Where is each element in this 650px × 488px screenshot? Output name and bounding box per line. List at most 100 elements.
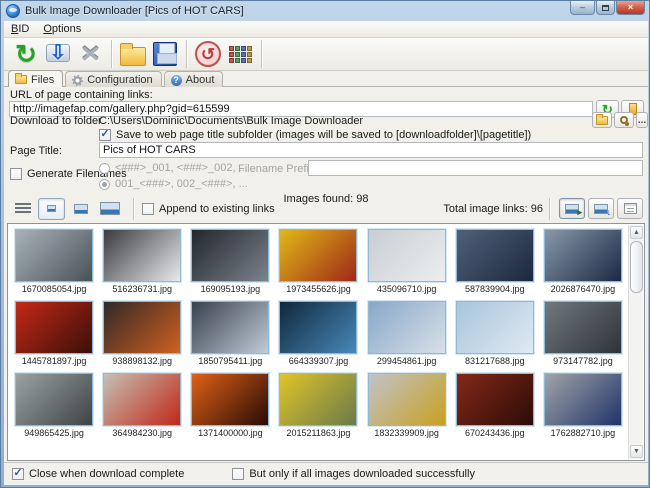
thumbnail-item[interactable]: 973147782.jpg	[539, 301, 627, 366]
tab-files[interactable]: Files	[8, 70, 63, 87]
thumbnail-item[interactable]: 2026876470.jpg	[539, 229, 627, 294]
thumbnail-image[interactable]	[456, 229, 534, 282]
queue-download-button[interactable]: ⇩	[42, 39, 74, 69]
thumbnail-filename: 169095193.jpg	[201, 284, 261, 294]
append-links-checkbox[interactable]	[142, 203, 154, 215]
filename-prefix-label: Filename Prefix:	[238, 163, 317, 175]
thumbnail-image[interactable]	[279, 301, 357, 354]
open-folder-button[interactable]	[117, 39, 149, 69]
close-button[interactable]: ×	[616, 1, 645, 15]
but-only-checkbox[interactable]	[232, 468, 244, 480]
download-folder-value[interactable]: C:\Users\Dominic\Documents\Bulk Image Do…	[99, 115, 363, 127]
subfolder-checkbox[interactable]	[99, 129, 111, 141]
thumbnail-image[interactable]	[191, 229, 269, 282]
thumbnail-image[interactable]	[544, 373, 622, 426]
check-links-button[interactable]: ▸	[559, 198, 585, 219]
but-only-row[interactable]: But only if all images downloaded succes…	[232, 468, 475, 480]
menu-bid[interactable]: BID	[4, 22, 36, 36]
thumbnail-item[interactable]: 169095193.jpg	[186, 229, 274, 294]
window-title: Bulk Image Downloader [Pics of HOT CARS]	[25, 5, 244, 17]
thumbnail-image[interactable]	[191, 373, 269, 426]
filename-prefix-input[interactable]	[308, 160, 643, 176]
thumbnail-filename: 587839904.jpg	[465, 284, 525, 294]
close-when-complete-checkbox[interactable]	[12, 468, 24, 480]
thumbnail-item[interactable]: 2015211863.jpg	[274, 373, 362, 438]
thumbnail-item[interactable]: 1850795411.jpg	[186, 301, 274, 366]
tab-configuration-label: Configuration	[87, 74, 152, 86]
browse-ellipsis-button[interactable]: ...	[636, 112, 648, 128]
filename-pattern2-radio[interactable]	[99, 179, 110, 190]
link-list-button[interactable]	[617, 198, 643, 219]
thumbnail-filename: 299454861.jpg	[377, 356, 437, 366]
thumbnail-image[interactable]	[191, 301, 269, 354]
minimize-button[interactable]: –	[570, 1, 595, 15]
thumbnail-item[interactable]: 364984230.jpg	[98, 373, 186, 438]
close-when-complete-row[interactable]: Close when download complete	[12, 468, 184, 480]
thumbnail-item[interactable]: 299454861.jpg	[363, 301, 451, 366]
thumbnail-item[interactable]: 670243436.jpg	[451, 373, 539, 438]
page-title-input[interactable]	[99, 142, 643, 158]
thumbnail-item[interactable]: 938898132.jpg	[98, 301, 186, 366]
scrollbar-thumb[interactable]	[630, 241, 643, 293]
thumbnail-item[interactable]: 1832339909.jpg	[363, 373, 451, 438]
scroll-up-button[interactable]: ▲	[630, 226, 643, 239]
filename-pattern1-row[interactable]: <###>_001, <###>_002, ...	[99, 162, 248, 174]
thumbnail-image[interactable]	[368, 301, 446, 354]
thumbnail-image[interactable]	[368, 373, 446, 426]
scroll-down-button[interactable]: ▼	[630, 445, 643, 458]
thumbnail-item[interactable]: 435096710.jpg	[363, 229, 451, 294]
thumbnail-item[interactable]: 664339307.jpg	[274, 301, 362, 366]
title-bar[interactable]: Bulk Image Downloader [Pics of HOT CARS]…	[1, 1, 649, 21]
small-thumbs-button[interactable]	[38, 198, 65, 220]
large-thumb-icon	[100, 202, 120, 215]
thumbnail-item[interactable]: 1762882710.jpg	[539, 373, 627, 438]
download-selected-button[interactable]: ↓	[588, 198, 614, 219]
thumbnail-item[interactable]: 1670085054.jpg	[10, 229, 98, 294]
thumbnail-image[interactable]	[456, 373, 534, 426]
browse-folder-button[interactable]	[592, 112, 612, 128]
thumbnail-image[interactable]	[456, 301, 534, 354]
client-area: BID Options ↻ ⇩ × ↺	[4, 21, 648, 485]
cancel-button[interactable]: ×	[74, 39, 106, 69]
thumbnail-filename: 664339307.jpg	[289, 356, 349, 366]
thumbnail-image[interactable]	[15, 373, 93, 426]
thumbnail-image[interactable]	[103, 373, 181, 426]
menu-options[interactable]: Options	[36, 22, 88, 36]
tab-about[interactable]: ? About	[164, 71, 224, 87]
thumbnail-item[interactable]: 831217688.jpg	[451, 301, 539, 366]
medium-thumbs-button[interactable]	[67, 198, 94, 220]
thumbnail-image[interactable]	[103, 229, 181, 282]
thumbnail-image[interactable]	[103, 301, 181, 354]
thumbnail-image[interactable]	[15, 301, 93, 354]
subfolder-checkbox-row[interactable]: Save to web page title subfolder (images…	[99, 129, 531, 141]
generate-filenames-checkbox[interactable]	[10, 168, 22, 180]
filename-pattern2-row[interactable]: 001_<###>, 002_<###>, ...	[99, 178, 248, 190]
save-button[interactable]	[149, 39, 181, 69]
thumbnail-item[interactable]: 1371400000.jpg	[186, 373, 274, 438]
thumbnail-image[interactable]	[279, 229, 357, 282]
explore-folder-button[interactable]	[614, 112, 634, 128]
files-tab-icon	[15, 75, 27, 84]
list-view-button[interactable]	[9, 198, 36, 220]
download-images-button[interactable]: ↻	[10, 39, 42, 69]
tab-configuration[interactable]: Configuration	[65, 71, 161, 87]
list-view-icon	[15, 203, 31, 215]
append-links-row[interactable]: Append to existing links	[142, 203, 275, 215]
restart-button[interactable]: ↺	[192, 39, 224, 69]
thumbnail-image[interactable]	[544, 301, 622, 354]
maximize-button[interactable]	[596, 1, 615, 15]
thumbnail-item[interactable]: 949865425.jpg	[10, 373, 98, 438]
thumbnail-image[interactable]	[544, 229, 622, 282]
thumbnail-gallery-button[interactable]	[224, 39, 256, 69]
thumbnail-item[interactable]: 516236731.jpg	[98, 229, 186, 294]
thumbnail-image[interactable]	[368, 229, 446, 282]
thumbnail-image[interactable]	[15, 229, 93, 282]
thumbnail-item[interactable]: 587839904.jpg	[451, 229, 539, 294]
vertical-scrollbar[interactable]: ▲ ▼	[628, 225, 643, 459]
large-thumbs-button[interactable]	[96, 198, 123, 220]
thumbnail-item[interactable]: 1445781897.jpg	[10, 301, 98, 366]
thumbnail-item[interactable]: 1973455626.jpg	[274, 229, 362, 294]
thumbnail-filename: 1445781897.jpg	[22, 356, 87, 366]
filename-pattern1-radio[interactable]	[99, 163, 110, 174]
thumbnail-image[interactable]	[279, 373, 357, 426]
